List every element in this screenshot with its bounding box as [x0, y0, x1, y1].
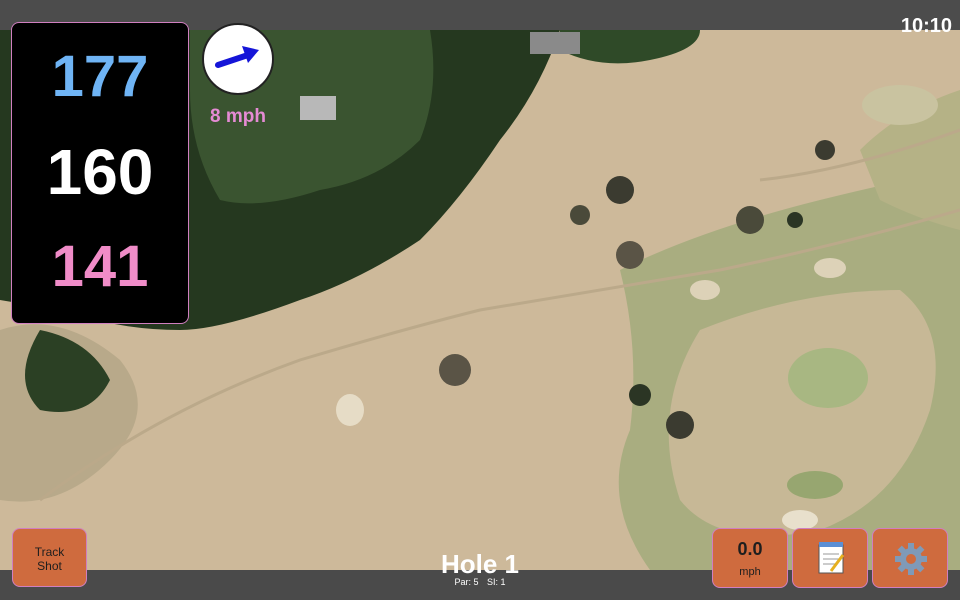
notepad-icon [818, 542, 845, 574]
settings-button[interactable] [872, 528, 948, 588]
back-distance: 177 [51, 44, 149, 109]
wind-speed: 8 mph [210, 106, 266, 127]
track-shot-button[interactable]: Track Shot [12, 528, 87, 587]
wind-arrow-icon [215, 46, 259, 68]
middle-distance: 160 [46, 136, 154, 208]
hole-stroke-index: SI: 1 [487, 577, 506, 587]
gear-icon [895, 543, 927, 575]
front-distance: 141 [51, 234, 149, 299]
speed-button[interactable]: 0.0 mph [712, 528, 788, 588]
notes-button[interactable] [792, 528, 868, 588]
hole-par: Par: 5 [454, 577, 479, 587]
wind-indicator [202, 23, 274, 95]
track-shot-label-line2: Shot [37, 559, 62, 573]
speed-value: 0.0 [737, 539, 763, 559]
distance-panel: 177 160 141 [11, 22, 189, 324]
hole-title: Hole 1 [440, 549, 520, 579]
clock: 10:10 [900, 15, 952, 37]
track-shot-label-line1: Track [34, 545, 65, 559]
speed-unit: mph [739, 566, 761, 578]
hole-info: Par: 5 SI: 1 [380, 577, 580, 587]
